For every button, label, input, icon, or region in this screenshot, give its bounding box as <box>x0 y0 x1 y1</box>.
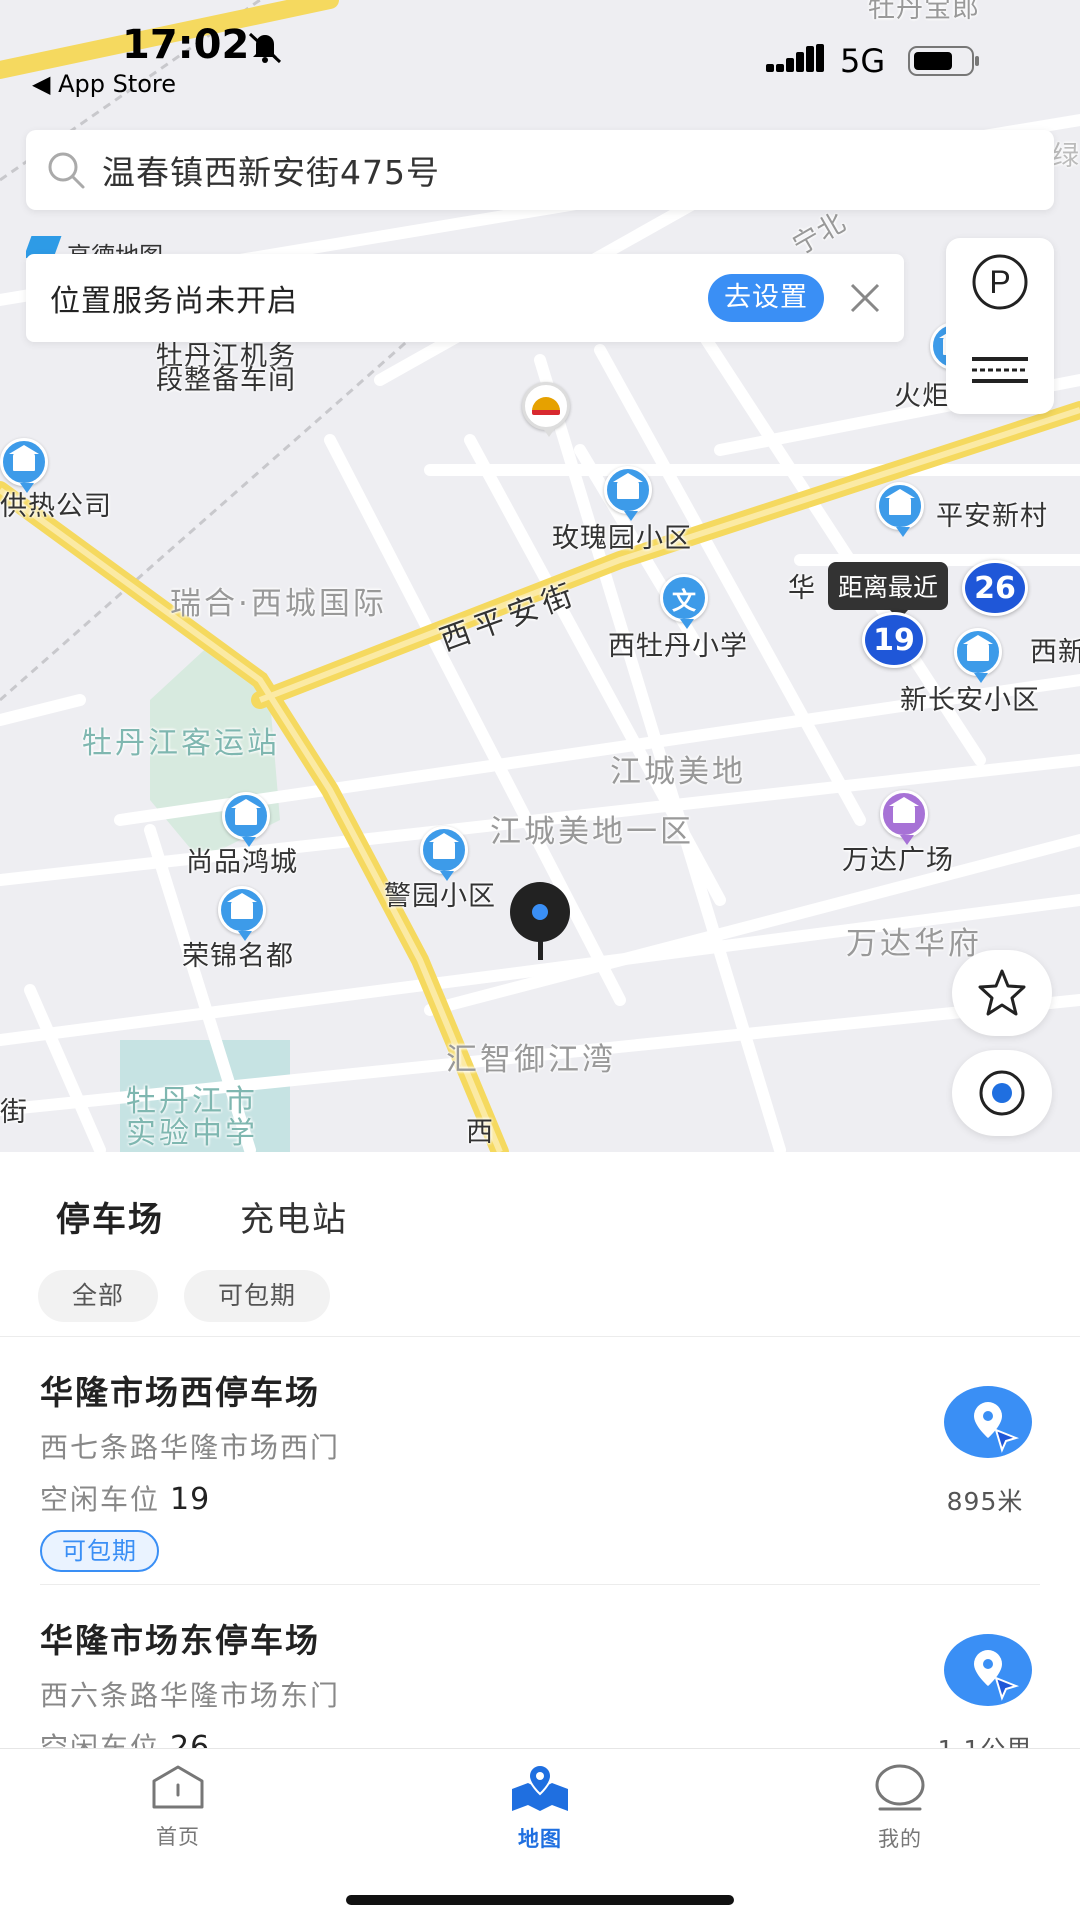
map-label: 牡丹江客运站 <box>82 726 280 761</box>
residential-poi-icon[interactable] <box>876 482 924 537</box>
map-label: 牡丹宝郎 <box>868 0 980 24</box>
residential-poi-icon[interactable] <box>604 466 652 521</box>
map-label: 华 <box>788 573 816 604</box>
map-label: 万达华府 <box>846 926 982 962</box>
search-bar[interactable]: 温春镇西新安街475号 <box>26 130 1054 210</box>
map-label: 汇智御江湾 <box>446 1042 616 1078</box>
map-icon <box>512 1763 568 1811</box>
map-control-stack: P <box>946 238 1054 414</box>
map-label: 玫瑰园小区 <box>552 523 692 554</box>
free-spaces: 空闲车位 26 <box>40 1726 1040 1748</box>
parking-lot-item[interactable]: 华隆市场东停车场 西六条路华隆市场东门 空闲车位 26 1.1公里 <box>40 1614 1040 1748</box>
free-spaces-label: 空闲车位 <box>40 1731 161 1748</box>
residential-poi-icon[interactable] <box>954 628 1002 683</box>
parking-lot-item[interactable]: 华隆市场西停车场 西七条路华隆市场西门 空闲车位 19 可包期 895米 <box>40 1366 1040 1572</box>
home-indicator[interactable] <box>346 1895 734 1905</box>
residential-poi-icon[interactable] <box>0 438 48 493</box>
map-label: 瑞合·西城国际 <box>170 586 387 622</box>
map-label: 万达广场 <box>842 845 954 876</box>
parking-icon-letter: P <box>989 264 1010 300</box>
free-spaces-count: 26 <box>170 1730 211 1748</box>
school-poi-icon[interactable]: 文 <box>660 574 708 629</box>
tabbar-home-label: 首页 <box>156 1825 200 1849</box>
navigate-icon[interactable] <box>944 1386 1032 1458</box>
gas-station-poi-icon[interactable] <box>522 382 570 437</box>
home-icon <box>152 1765 204 1809</box>
parking-lot-name: 华隆市场西停车场 <box>40 1373 320 1412</box>
back-to-app-store-link[interactable]: ◀ App Store <box>32 70 176 98</box>
residential-poi-icon[interactable] <box>222 792 270 847</box>
tabbar-profile[interactable]: 我的 <box>820 1763 980 1853</box>
filter-all-chip[interactable]: 全部 <box>38 1270 159 1322</box>
tabbar-map[interactable]: 地图 <box>460 1763 620 1853</box>
tabbar-home[interactable]: 首页 <box>98 1763 258 1851</box>
map-label: 西新 <box>1030 637 1080 668</box>
locate-me-button[interactable] <box>952 1050 1052 1136</box>
tab-parking-label: 停车场 <box>56 1200 164 1240</box>
pin-stem <box>538 938 543 960</box>
parking-lot-name: 华隆市场东停车场 <box>40 1621 320 1660</box>
map-label: 西 <box>466 1117 494 1148</box>
tab-charging[interactable]: 充电站 <box>240 1192 348 1241</box>
battery-icon <box>908 46 979 76</box>
parking-layer-button[interactable]: P <box>946 238 1054 326</box>
tabbar-profile-label: 我的 <box>878 1827 922 1851</box>
map-label: 段整备车间 <box>156 365 296 396</box>
status-time: 17:02 <box>122 22 250 68</box>
go-settings-button[interactable]: 去设置 <box>708 274 824 322</box>
locate-icon <box>979 1070 1025 1116</box>
road-layer-icon <box>972 357 1028 383</box>
mute-bell-icon <box>248 32 282 64</box>
free-spaces: 空闲车位 19 <box>40 1478 1040 1518</box>
map-view[interactable]: 牡丹宝郎 宁北 绿 牡丹江机务 段整备车间 供热公司 瑞合·西城国际 西平安街 … <box>0 0 1080 1152</box>
map-label: 火炬 <box>894 381 950 412</box>
close-icon[interactable] <box>848 281 882 315</box>
shopping-poi-icon[interactable] <box>880 790 928 845</box>
residential-poi-icon[interactable] <box>420 826 468 881</box>
signal-strength-icon <box>766 44 824 72</box>
divider <box>40 1584 1040 1585</box>
search-input[interactable]: 温春镇西新安街475号 <box>102 146 440 194</box>
map-label: 平安新村 <box>936 501 1048 532</box>
free-spaces-count: 19 <box>170 1482 211 1517</box>
parking-lot-address: 西六条路华隆市场东门 <box>40 1679 341 1712</box>
tab-parking[interactable]: 停车场 <box>46 1192 192 1243</box>
distance-label: 1.1公里 <box>930 1730 1040 1748</box>
map-label: 新长安小区 <box>900 685 1040 716</box>
residential-poi-icon[interactable] <box>218 886 266 941</box>
parking-marker-19[interactable]: 19 <box>862 612 926 668</box>
network-type: 5G <box>840 42 886 80</box>
location-service-message: 位置服务尚未开启 <box>50 284 298 319</box>
favorite-button[interactable] <box>952 950 1052 1036</box>
map-label: 供热公司 <box>0 491 112 522</box>
navigate-icon[interactable] <box>944 1634 1032 1706</box>
sheet-tabs: 停车场 充电站 <box>46 1192 424 1243</box>
nearest-tooltip: 距离最近 <box>828 562 949 620</box>
star-icon <box>978 969 1026 1016</box>
filter-monthly-chip[interactable]: 可包期 <box>184 1270 331 1322</box>
parking-marker-26[interactable]: 26 <box>962 560 1028 616</box>
monthly-tag: 可包期 <box>40 1530 159 1572</box>
search-icon <box>48 152 85 189</box>
divider <box>0 1336 1080 1337</box>
selected-location-pin-icon[interactable] <box>510 882 570 942</box>
parking-icon: P <box>972 254 1028 310</box>
map-label: 西牡丹小学 <box>608 631 748 662</box>
distance-label: 895米 <box>946 1487 1024 1516</box>
road-layer-button[interactable] <box>946 326 1054 414</box>
parking-list-sheet: 停车场 充电站 全部 可包期 华隆市场西停车场 西七条路华隆市场西门 空闲车位 1… <box>0 1152 1080 1748</box>
map-label: 江城美地 <box>610 754 746 790</box>
map-label: 实验中学 <box>126 1116 258 1151</box>
parking-lot-address: 西七条路华隆市场西门 <box>40 1431 341 1464</box>
map-label: 绿 <box>1052 141 1080 172</box>
map-label: 街 <box>0 1097 28 1128</box>
free-spaces-label: 空闲车位 <box>40 1483 161 1516</box>
filter-chips: 全部 可包期 <box>38 1270 356 1322</box>
location-service-banner: 位置服务尚未开启 去设置 <box>26 254 904 342</box>
profile-icon <box>875 1764 925 1811</box>
map-label: 江城美地一区 <box>490 814 694 850</box>
tabbar-map-label: 地图 <box>518 1827 562 1851</box>
tab-charging-label: 充电站 <box>240 1200 348 1240</box>
